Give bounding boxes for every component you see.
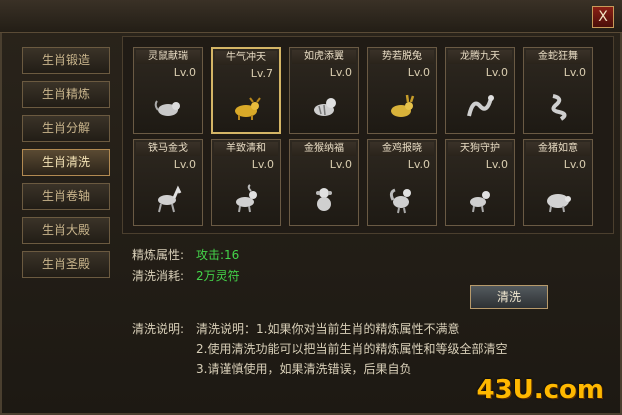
zodiac-card-snake[interactable]: 金蛇狂舞 Lv.0 bbox=[523, 47, 593, 134]
horse-icon bbox=[158, 185, 182, 213]
zodiac-name: 金鸡报晓 bbox=[370, 142, 434, 156]
zodiac-name: 天狗守护 bbox=[448, 142, 512, 156]
zodiac-card-tiger[interactable]: 如虎添翼 Lv.0 bbox=[289, 47, 359, 134]
zodiac-card-dragon[interactable]: 龙腾九天 Lv.0 bbox=[445, 47, 515, 134]
description-line-1: 清洗说明：1.如果你对当前生肖的精炼属性不满意 bbox=[196, 322, 460, 336]
zodiac-name: 灵鼠献瑞 bbox=[136, 50, 200, 64]
zodiac-level: Lv.0 bbox=[485, 66, 508, 79]
zodiac-name: 龙腾九天 bbox=[448, 50, 512, 64]
refine-attribute-value: 攻击:16 bbox=[196, 248, 240, 262]
zodiac-level: Lv.0 bbox=[407, 158, 430, 171]
zodiac-name: 金蛇狂舞 bbox=[526, 50, 590, 64]
rat-icon bbox=[154, 100, 180, 116]
zodiac-name: 势若脱兔 bbox=[370, 50, 434, 64]
zodiac-name: 牛气冲天 bbox=[215, 51, 277, 65]
zodiac-card-goat[interactable]: 羊致清和 Lv.0 bbox=[211, 139, 281, 226]
sidebar-item-decompose[interactable]: 生肖分解 bbox=[22, 115, 110, 142]
refine-attribute-label: 精炼属性: bbox=[132, 248, 185, 262]
zodiac-card-pig[interactable]: 金猪如意 Lv.0 bbox=[523, 139, 593, 226]
close-button[interactable]: X bbox=[592, 6, 614, 28]
sidebar-item-hall[interactable]: 生肖大殿 bbox=[22, 217, 110, 244]
sidebar-item-scroll[interactable]: 生肖卷轴 bbox=[22, 183, 110, 210]
wash-cost-label: 清洗消耗: bbox=[132, 269, 185, 283]
monkey-icon bbox=[316, 188, 332, 211]
zodiac-level: Lv.0 bbox=[563, 66, 586, 79]
zodiac-card-rabbit[interactable]: 势若脱兔 Lv.0 bbox=[367, 47, 437, 134]
ox-icon bbox=[235, 97, 261, 120]
zodiac-name: 金猪如意 bbox=[526, 142, 590, 156]
snake-icon bbox=[551, 94, 567, 121]
tiger-icon bbox=[314, 98, 336, 116]
zodiac-grid: 灵鼠献瑞 Lv.0 牛气冲天 Lv.7 如虎添翼 Lv.0 势若脱兔 Lv.0 … bbox=[122, 36, 614, 234]
rabbit-icon bbox=[391, 94, 415, 117]
zodiac-name: 羊致清和 bbox=[214, 142, 278, 156]
zodiac-level: Lv.0 bbox=[329, 66, 352, 79]
rooster-icon bbox=[389, 188, 411, 214]
zodiac-level: Lv.0 bbox=[173, 158, 196, 171]
sidebar-item-wash[interactable]: 生肖清洗 bbox=[22, 149, 110, 176]
dog-icon bbox=[470, 191, 490, 213]
zodiac-level: Lv.0 bbox=[329, 158, 352, 171]
sidebar-item-refine[interactable]: 生肖精炼 bbox=[22, 81, 110, 108]
description-label: 清洗说明: bbox=[132, 322, 185, 336]
zodiac-card-horse[interactable]: 铁马金戈 Lv.0 bbox=[133, 139, 203, 226]
description-line-2: 2.使用清洗功能可以把当前生肖的精炼属性和等级全部清空 bbox=[196, 342, 508, 356]
zodiac-level: Lv.0 bbox=[563, 158, 586, 171]
zodiac-card-rooster[interactable]: 金鸡报晓 Lv.0 bbox=[367, 139, 437, 226]
sidebar-item-forge[interactable]: 生肖锻造 bbox=[22, 47, 110, 74]
sidebar: 生肖锻造 生肖精炼 生肖分解 生肖清洗 生肖卷轴 生肖大殿 生肖圣殿 bbox=[10, 40, 114, 332]
sidebar-item-sanctum[interactable]: 生肖圣殿 bbox=[22, 251, 110, 278]
zodiac-card-monkey[interactable]: 金猴纳福 Lv.0 bbox=[289, 139, 359, 226]
window-title-bar bbox=[0, 0, 622, 33]
zodiac-card-ox[interactable]: 牛气冲天 Lv.7 bbox=[211, 47, 281, 134]
zodiac-name: 如虎添翼 bbox=[292, 50, 356, 64]
zodiac-level: Lv.7 bbox=[250, 67, 273, 80]
goat-icon bbox=[236, 184, 257, 213]
description-line-3: 3.请谨慎使用，如果清洗错误，后果自负 bbox=[196, 362, 412, 376]
zodiac-card-rat[interactable]: 灵鼠献瑞 Lv.0 bbox=[133, 47, 203, 134]
zodiac-level: Lv.0 bbox=[251, 158, 274, 171]
wash-button[interactable]: 清洗 bbox=[470, 285, 548, 309]
dragon-icon bbox=[467, 95, 494, 117]
zodiac-level: Lv.0 bbox=[173, 66, 196, 79]
wash-cost-value: 2万灵符 bbox=[196, 269, 240, 283]
zodiac-name: 铁马金戈 bbox=[136, 142, 200, 156]
zodiac-level: Lv.0 bbox=[407, 66, 430, 79]
site-watermark: 43U.com bbox=[476, 375, 604, 405]
zodiac-card-dog[interactable]: 天狗守护 Lv.0 bbox=[445, 139, 515, 226]
zodiac-level: Lv.0 bbox=[485, 158, 508, 171]
zodiac-name: 金猴纳福 bbox=[292, 142, 356, 156]
pig-icon bbox=[547, 194, 571, 213]
